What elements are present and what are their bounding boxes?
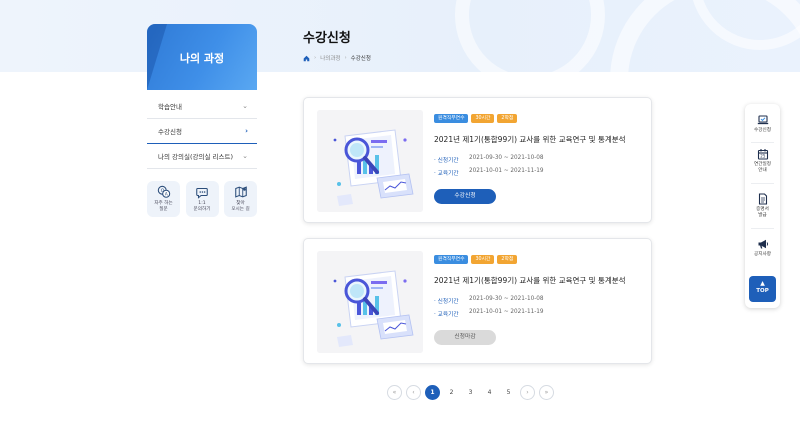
page-title: 수강신청 <box>303 31 351 46</box>
apply-period-value: 2021-09-30 ~ 2021-10-08 <box>469 155 544 161</box>
course-thumbnail <box>317 110 423 212</box>
laptop-icon <box>757 115 768 125</box>
edu-period-value: 2021-10-01 ~ 2021-11-19 <box>469 309 544 315</box>
directions-label: 찾아 오시는 길 <box>231 201 250 212</box>
badge-type: 원격직무연수 <box>434 114 469 123</box>
scroll-top-button[interactable]: ▲ TOP <box>749 276 776 302</box>
course-title[interactable]: 2021년 제1기(통합99기) 교사를 위한 교육연구 및 통계분석 <box>434 134 626 145</box>
quick-notice-label: 공지사항 <box>754 252 771 257</box>
enroll-button[interactable]: 수강신청 <box>434 189 496 204</box>
prev-page-button[interactable]: ‹ <box>406 385 421 400</box>
quick-schedule[interactable]: 25 연간일정 안내 <box>745 148 780 174</box>
apply-period-row: 신청기간 2021-09-30 ~ 2021-10-08 <box>434 296 544 305</box>
document-icon <box>758 193 767 205</box>
hero-banner <box>0 0 800 72</box>
next-page-button[interactable]: › <box>520 385 535 400</box>
quick-certificate[interactable]: 증명서 발급 <box>745 193 780 219</box>
svg-text:25: 25 <box>760 154 766 159</box>
inquiry-label: 1:1 문의하기 <box>193 201 211 212</box>
pagination: « ‹ 1 2 3 4 5 › » <box>387 385 558 400</box>
badge-credits: 2학점 <box>497 255 518 264</box>
quick-links: Q A 자주 하는 질문 1:1 문의하기 찾아 오시는 길 <box>147 181 257 217</box>
edu-period-label: 교육기간 <box>434 309 469 318</box>
sidebar-item-label: 학습안내 <box>158 103 182 111</box>
page-button[interactable]: 2 <box>444 385 459 400</box>
page-button-current[interactable]: 1 <box>425 385 440 400</box>
breadcrumb: › 나의과정 › 수강신청 <box>303 54 371 62</box>
page-button[interactable]: 3 <box>463 385 478 400</box>
faq-label: 자주 하는 질문 <box>154 201 173 212</box>
inquiry-link[interactable]: 1:1 문의하기 <box>185 181 219 217</box>
course-title[interactable]: 2021년 제1기(통합99기) 교사를 위한 교육연구 및 통계분석 <box>434 275 626 286</box>
home-icon[interactable] <box>303 55 310 62</box>
apply-period-label: 신청기간 <box>434 155 469 164</box>
apply-period-row: 신청기간 2021-09-30 ~ 2021-10-08 <box>434 155 544 164</box>
chevron-down-icon: ⌄ <box>242 152 248 160</box>
sidebar-item-label: 수강신청 <box>158 128 182 136</box>
page-button[interactable]: 4 <box>482 385 497 400</box>
first-page-button[interactable]: « <box>387 385 402 400</box>
breadcrumb-current: 수강신청 <box>350 56 371 62</box>
megaphone-icon <box>758 239 768 249</box>
divider <box>751 142 774 143</box>
course-thumbnail <box>317 251 423 353</box>
course-badges: 원격직무연수 30시간 2학점 <box>434 114 518 123</box>
closed-button: 신청마감 <box>434 330 496 345</box>
sidebar-menu: 학습안내 ⌄ 수강신청 › 나의 강의실(강의실 리스트) ⌄ <box>147 94 257 169</box>
analytics-illustration <box>317 251 423 353</box>
top-label: TOP <box>756 288 769 294</box>
edu-period-row: 교육기간 2021-10-01 ~ 2021-11-19 <box>434 309 544 318</box>
sidebar-item-enroll[interactable]: 수강신청 › <box>147 119 257 144</box>
directions-link[interactable]: 찾아 오시는 길 <box>224 181 257 217</box>
divider <box>751 183 774 184</box>
analytics-illustration <box>317 110 423 212</box>
quick-certificate-label: 증명서 발급 <box>756 207 769 218</box>
sidebar-item-classroom[interactable]: 나의 강의실(강의실 리스트) ⌄ <box>147 144 257 169</box>
last-page-button[interactable]: » <box>539 385 554 400</box>
badge-credits: 2학점 <box>497 114 518 123</box>
faq-link[interactable]: Q A 자주 하는 질문 <box>147 181 180 217</box>
course-card: 원격직무연수 30시간 2학점 2021년 제1기(통합99기) 교사를 위한 … <box>303 97 652 223</box>
quick-schedule-label: 연간일정 안내 <box>754 162 771 173</box>
sidebar-header: 나의 과정 <box>147 24 257 90</box>
edu-period-value: 2021-10-01 ~ 2021-11-19 <box>469 168 544 174</box>
course-card: 원격직무연수 30시간 2학점 2021년 제1기(통합99기) 교사를 위한 … <box>303 238 652 364</box>
edu-period-row: 교육기간 2021-10-01 ~ 2021-11-19 <box>434 168 544 177</box>
chat-icon <box>196 187 208 199</box>
page-button[interactable]: 5 <box>501 385 516 400</box>
badge-hours: 30시간 <box>471 255 495 264</box>
faq-icon: Q A <box>157 185 170 198</box>
divider <box>751 228 774 229</box>
calendar-icon: 25 <box>757 149 768 160</box>
chevron-down-icon: ⌄ <box>242 102 248 110</box>
quick-enroll-label: 수강신청 <box>754 128 771 133</box>
apply-period-value: 2021-09-30 ~ 2021-10-08 <box>469 296 544 302</box>
badge-type: 원격직무연수 <box>434 255 469 264</box>
quick-enroll[interactable]: 수강신청 <box>745 114 780 134</box>
arrow-up-icon: ▲ <box>760 280 765 287</box>
apply-period-label: 신청기간 <box>434 296 469 305</box>
right-quick-menu: 수강신청 25 연간일정 안내 증명서 발급 공지사항 ▲ TOP <box>745 104 780 308</box>
course-badges: 원격직무연수 30시간 2학점 <box>434 255 518 264</box>
breadcrumb-separator: › <box>314 55 317 61</box>
chevron-right-icon: › <box>245 127 248 135</box>
breadcrumb-item[interactable]: 나의과정 <box>320 54 340 62</box>
badge-hours: 30시간 <box>471 114 495 123</box>
sidebar-item-label: 나의 강의실(강의실 리스트) <box>158 153 233 161</box>
sidebar-item-guide[interactable]: 학습안내 ⌄ <box>147 94 257 119</box>
quick-notice[interactable]: 공지사항 <box>745 238 780 258</box>
map-icon <box>234 186 247 198</box>
sidebar-title: 나의 과정 <box>179 52 225 65</box>
svg-text:A: A <box>164 192 167 198</box>
edu-period-label: 교육기간 <box>434 168 469 177</box>
breadcrumb-separator: › <box>344 55 347 61</box>
